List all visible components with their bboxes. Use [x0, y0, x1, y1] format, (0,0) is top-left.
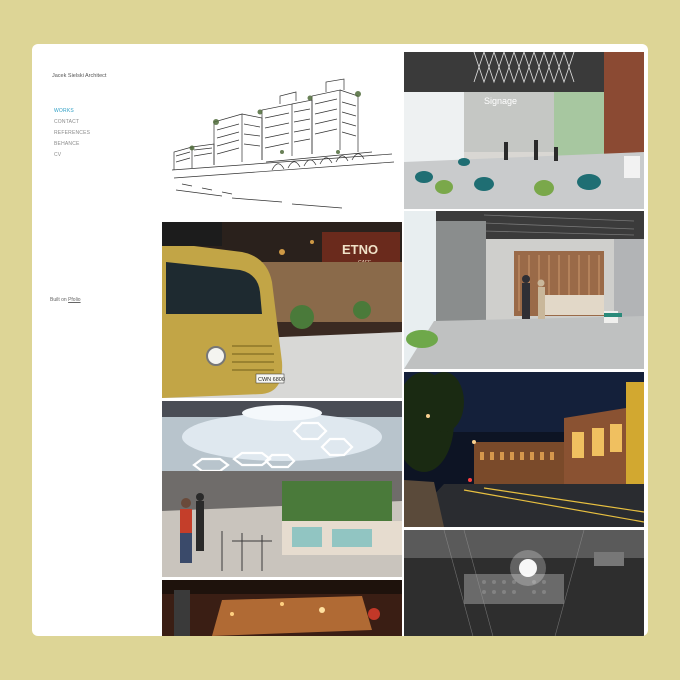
gallery-image-light-study[interactable] — [404, 530, 644, 636]
gallery-image-office-lobby[interactable]: Signage — [404, 52, 644, 209]
office-sign-text: Signage — [484, 96, 517, 106]
page-card: Jacek Sielski Architect WORKS CONTACT RE… — [32, 44, 648, 636]
site-title[interactable]: Jacek Sielski Architect — [52, 73, 106, 79]
office-lobby-photo: Signage — [404, 52, 644, 209]
gallery-image-sketch[interactable] — [162, 52, 402, 222]
night-street-photo — [404, 372, 644, 527]
built-on-text: Built on — [50, 297, 67, 303]
ceiling-interior-photo — [162, 580, 402, 636]
cafe-sign-text: ETNO — [342, 242, 378, 257]
built-on-note: Built on Pfolio — [50, 297, 81, 303]
architecture-sketch — [171, 78, 395, 209]
etno-cafe-photo: ETNO CAFE CWN 6800 — [162, 222, 402, 398]
main-nav: WORKS CONTACT REFERENCES BEHANCE CV — [54, 106, 90, 161]
gallery-image-ceiling-interior[interactable] — [162, 580, 402, 636]
nav-item-cv[interactable]: CV — [54, 150, 90, 161]
truck-plate-text: CWN 6800 — [258, 377, 285, 383]
pfolio-link[interactable]: Pfolio — [68, 297, 81, 303]
gallery-image-mall[interactable] — [162, 401, 402, 577]
nav-item-behance[interactable]: BEHANCE — [54, 139, 90, 150]
gallery-image-night-street[interactable] — [404, 372, 644, 527]
gallery-image-etno-cafe[interactable]: ETNO CAFE CWN 6800 — [162, 222, 402, 398]
nav-item-references[interactable]: REFERENCES — [54, 128, 90, 139]
mall-photo — [162, 401, 402, 577]
nav-item-contact[interactable]: CONTACT — [54, 117, 90, 128]
lobby-photo — [404, 211, 644, 369]
nav-item-works[interactable]: WORKS — [54, 106, 90, 117]
light-study-photo — [404, 530, 644, 636]
gallery-image-lobby[interactable] — [404, 211, 644, 369]
